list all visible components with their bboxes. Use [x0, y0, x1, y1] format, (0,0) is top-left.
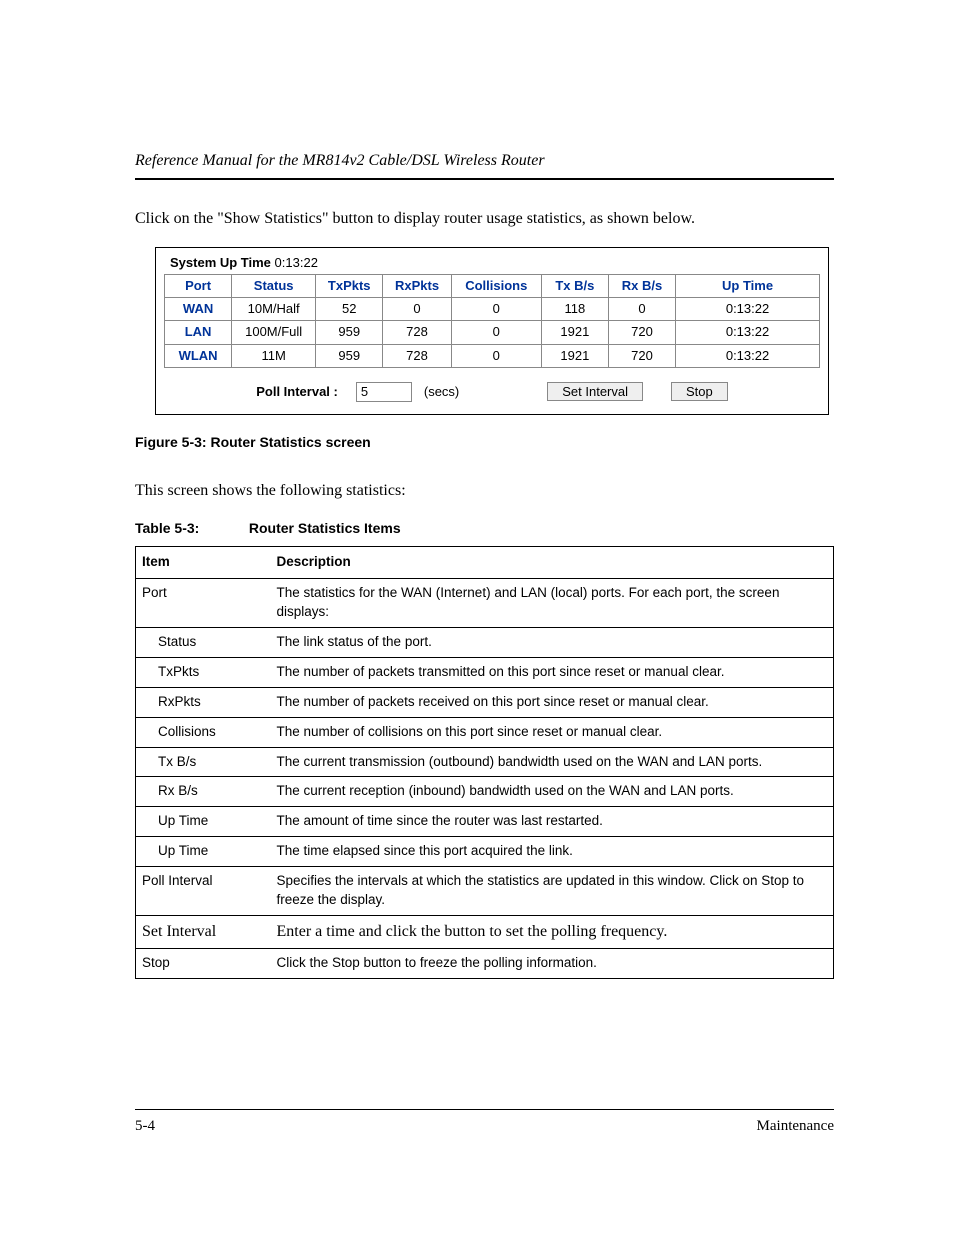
- cell-collisions: 0: [451, 321, 541, 344]
- table-caption-label: Table 5-3:: [135, 519, 245, 539]
- cell-description: The current transmission (outbound) band…: [271, 747, 834, 777]
- set-interval-button[interactable]: Set Interval: [547, 382, 643, 401]
- cell-item: Port: [136, 579, 271, 628]
- cell-item: TxPkts: [136, 657, 271, 687]
- th-status: Status: [232, 274, 316, 297]
- cell-item: Up Time: [136, 807, 271, 837]
- cell-rxbs: 720: [608, 344, 675, 367]
- system-uptime-value: 0:13:22: [275, 255, 318, 270]
- cell-uptime: 0:13:22: [676, 298, 820, 321]
- table-row: LAN100M/Full959728019217200:13:22: [165, 321, 820, 344]
- router-statistics-screenshot: System Up Time 0:13:22 Port Status TxPkt…: [155, 247, 829, 415]
- cell-txbs: 1921: [541, 321, 608, 344]
- section-name: Maintenance: [757, 1116, 834, 1137]
- cell-item: RxPkts: [136, 687, 271, 717]
- table-row: Rx B/sThe current reception (inbound) ba…: [136, 777, 834, 807]
- section-text: This screen shows the following statisti…: [135, 480, 834, 502]
- cell-txpkts: 959: [316, 321, 383, 344]
- cell-txpkts: 959: [316, 344, 383, 367]
- poll-controls: Poll Interval : (secs) Set Interval Stop: [164, 382, 820, 402]
- cell-rxpkts: 0: [383, 298, 451, 321]
- th-port: Port: [165, 274, 232, 297]
- cell-item: Set Interval: [136, 915, 271, 948]
- cell-rxbs: 720: [608, 321, 675, 344]
- poll-interval-label: Poll Interval :: [256, 383, 338, 401]
- cell-description: The amount of time since the router was …: [271, 807, 834, 837]
- cell-description: The number of collisions on this port si…: [271, 717, 834, 747]
- table-caption: Table 5-3: Router Statistics Items: [135, 519, 834, 539]
- cell-port: WAN: [165, 298, 232, 321]
- cell-description: Specifies the intervals at which the sta…: [271, 867, 834, 916]
- cell-description: The link status of the port.: [271, 627, 834, 657]
- intro-paragraph: Click on the "Show Statistics" button to…: [135, 208, 834, 230]
- cell-description: The time elapsed since this port acquire…: [271, 837, 834, 867]
- page-footer: 5-4 Maintenance: [135, 1109, 834, 1137]
- cell-uptime: 0:13:22: [676, 321, 820, 344]
- table-row: TxPktsThe number of packets transmitted …: [136, 657, 834, 687]
- cell-status: 100M/Full: [232, 321, 316, 344]
- th-rxpkts: RxPkts: [383, 274, 451, 297]
- cell-port: WLAN: [165, 344, 232, 367]
- cell-item: Rx B/s: [136, 777, 271, 807]
- table-row: Tx B/sThe current transmission (outbound…: [136, 747, 834, 777]
- th-desc: Description: [271, 547, 834, 579]
- cell-item: Status: [136, 627, 271, 657]
- th-txpkts: TxPkts: [316, 274, 383, 297]
- cell-description: Click the Stop button to freeze the poll…: [271, 949, 834, 979]
- table-row: Set IntervalEnter a time and click the b…: [136, 915, 834, 948]
- table-row: PortThe statistics for the WAN (Internet…: [136, 579, 834, 628]
- table-row: Up TimeThe amount of time since the rout…: [136, 807, 834, 837]
- table-row: Up TimeThe time elapsed since this port …: [136, 837, 834, 867]
- cell-uptime: 0:13:22: [676, 344, 820, 367]
- cell-collisions: 0: [451, 344, 541, 367]
- cell-status: 11M: [232, 344, 316, 367]
- cell-item: Tx B/s: [136, 747, 271, 777]
- cell-txbs: 118: [541, 298, 608, 321]
- system-uptime: System Up Time 0:13:22: [164, 254, 820, 272]
- table-row: Poll IntervalSpecifies the intervals at …: [136, 867, 834, 916]
- page-header: Reference Manual for the MR814v2 Cable/D…: [135, 150, 834, 180]
- cell-item: Poll Interval: [136, 867, 271, 916]
- cell-description: Enter a time and click the button to set…: [271, 915, 834, 948]
- table-row: StatusThe link status of the port.: [136, 627, 834, 657]
- th-txbs: Tx B/s: [541, 274, 608, 297]
- poll-interval-unit: (secs): [424, 383, 459, 401]
- figure-caption: Figure 5-3: Router Statistics screen: [135, 433, 834, 453]
- cell-collisions: 0: [451, 298, 541, 321]
- cell-rxbs: 0: [608, 298, 675, 321]
- stop-button[interactable]: Stop: [671, 382, 728, 401]
- table-row: WLAN11M959728019217200:13:22: [165, 344, 820, 367]
- cell-description: The current reception (inbound) bandwidt…: [271, 777, 834, 807]
- table-caption-title: Router Statistics Items: [249, 520, 401, 536]
- cell-item: Up Time: [136, 837, 271, 867]
- table-row: StopClick the Stop button to freeze the …: [136, 949, 834, 979]
- table-row: RxPktsThe number of packets received on …: [136, 687, 834, 717]
- table-row: WAN10M/Half520011800:13:22: [165, 298, 820, 321]
- cell-txbs: 1921: [541, 344, 608, 367]
- th-rxbs: Rx B/s: [608, 274, 675, 297]
- poll-interval-input[interactable]: [356, 382, 412, 402]
- cell-description: The statistics for the WAN (Internet) an…: [271, 579, 834, 628]
- cell-description: The number of packets transmitted on thi…: [271, 657, 834, 687]
- th-uptime: Up Time: [676, 274, 820, 297]
- cell-item: Stop: [136, 949, 271, 979]
- cell-item: Collisions: [136, 717, 271, 747]
- table-row: CollisionsThe number of collisions on th…: [136, 717, 834, 747]
- cell-status: 10M/Half: [232, 298, 316, 321]
- th-item: Item: [136, 547, 271, 579]
- page-number: 5-4: [135, 1116, 155, 1137]
- th-collisions: Collisions: [451, 274, 541, 297]
- description-table: Item Description PortThe statistics for …: [135, 546, 834, 979]
- cell-rxpkts: 728: [383, 344, 451, 367]
- statistics-table: Port Status TxPkts RxPkts Collisions Tx …: [164, 274, 820, 368]
- cell-txpkts: 52: [316, 298, 383, 321]
- cell-port: LAN: [165, 321, 232, 344]
- cell-description: The number of packets received on this p…: [271, 687, 834, 717]
- cell-rxpkts: 728: [383, 321, 451, 344]
- system-uptime-label: System Up Time: [170, 255, 271, 270]
